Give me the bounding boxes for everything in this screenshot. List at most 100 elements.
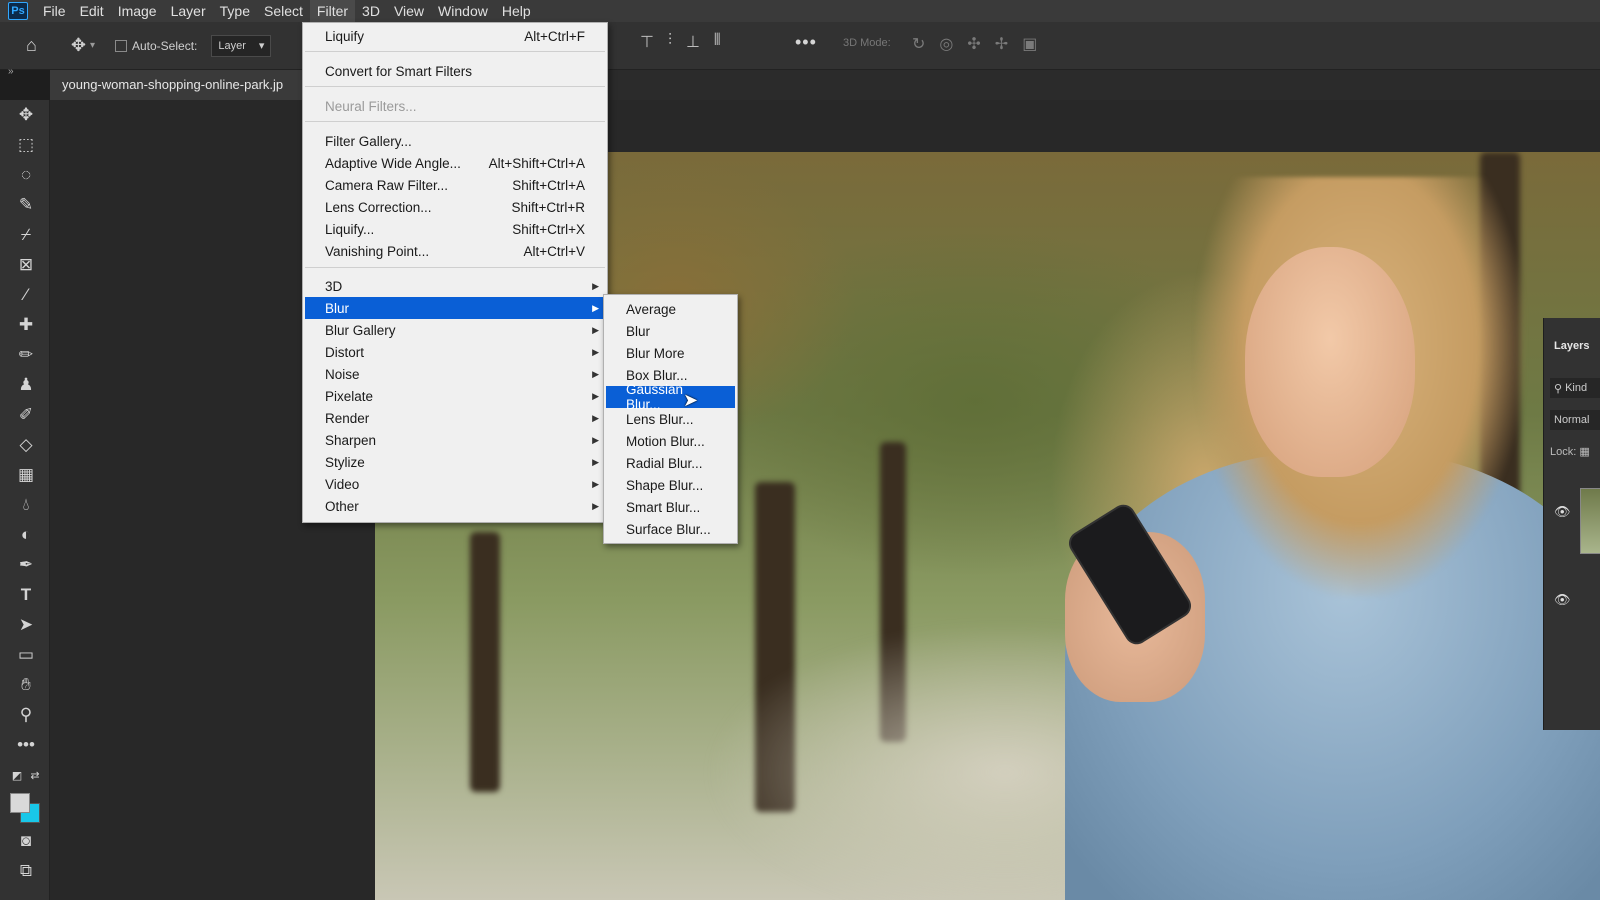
blur-menu-item-smart-blur[interactable]: Smart Blur... — [606, 496, 735, 518]
woman-face — [1245, 247, 1415, 477]
camera-icon[interactable]: ▣ — [1022, 34, 1037, 54]
document-tab[interactable]: young-woman-shopping-online-park.jp — [50, 70, 310, 100]
filter-menu-item-blur[interactable]: Blur ▶ — [305, 297, 605, 319]
hand-tool-icon[interactable]: ✋︎ — [15, 674, 37, 696]
blur-menu-item-motion-blur[interactable]: Motion Blur... — [606, 430, 735, 452]
lasso-tool-icon[interactable]: ◌ — [15, 164, 37, 186]
blur-menu-item-shape-blur[interactable]: Shape Blur... — [606, 474, 735, 496]
path-selection-tool-icon[interactable]: ➤ — [15, 614, 37, 636]
rectangle-tool-icon[interactable]: ▭ — [15, 644, 37, 666]
more-options-icon[interactable]: ••• — [795, 32, 817, 53]
quick-mask-icon[interactable]: ◙ — [15, 830, 37, 852]
layer-select-dropdown[interactable]: Layer ▾ — [211, 34, 272, 57]
foreground-color-swatch[interactable] — [10, 793, 30, 813]
menu-image[interactable]: Image — [111, 0, 164, 22]
menu-help[interactable]: Help — [495, 0, 538, 22]
auto-select-label: Auto-Select: — [132, 38, 198, 53]
align-top-icon[interactable]: ⊤ — [640, 32, 654, 52]
layer-filter-kind[interactable]: ⚲ Kind — [1550, 378, 1600, 398]
filter-menu-item-blur-gallery[interactable]: Blur Gallery ▶ — [305, 319, 605, 341]
chevron-down-icon[interactable]: ▾ — [90, 40, 95, 51]
menu-3d[interactable]: 3D — [355, 0, 387, 22]
menu-type[interactable]: Type — [213, 0, 257, 22]
menu-edit[interactable]: Edit — [73, 0, 111, 22]
menu-separator — [305, 86, 605, 87]
blur-menu-item-blur-more[interactable]: Blur More — [606, 342, 735, 364]
filter-menu-item-3d[interactable]: 3D ▶ — [305, 275, 605, 297]
blur-menu-item-surface-blur[interactable]: Surface Blur... — [606, 518, 735, 540]
blur-menu-item-radial-blur[interactable]: Radial Blur... — [606, 452, 735, 474]
history-brush-tool-icon[interactable]: ✐ — [15, 404, 37, 426]
menu-layer[interactable]: Layer — [164, 0, 213, 22]
crop-tool-icon[interactable]: ⌿ — [15, 224, 37, 246]
healing-brush-tool-icon[interactable]: ✚ — [15, 314, 37, 336]
filter-menu-item-liquify[interactable]: Liquify... Shift+Ctrl+X — [305, 218, 605, 240]
collapse-panel-icon[interactable]: » — [8, 66, 14, 77]
filter-menu-item-pixelate[interactable]: Pixelate ▶ — [305, 385, 605, 407]
slide-icon[interactable]: ✢ — [995, 34, 1008, 54]
more-tools-icon[interactable]: ••• — [15, 734, 37, 756]
roll-icon[interactable]: ◎ — [939, 34, 953, 54]
align-bottom-icon[interactable]: ⊥ — [686, 32, 700, 52]
stamp-tool-icon[interactable]: ♟ — [15, 374, 37, 396]
move-tool-icon[interactable]: ✥ — [15, 104, 37, 126]
blur-tool-icon[interactable]: 💧︎ — [15, 494, 37, 516]
filter-menu-item-stylize[interactable]: Stylize ▶ — [305, 451, 605, 473]
visibility-eye-icon[interactable]: 👁︎ — [1554, 592, 1571, 608]
type-tool-icon[interactable]: T — [15, 584, 37, 606]
distribute-icon[interactable]: ⫴ — [714, 32, 721, 52]
layer-select-value: Layer — [218, 39, 246, 52]
submenu-arrow-icon: ▶ — [592, 302, 599, 313]
filter-menu-item-filter-gallery[interactable]: Filter Gallery... — [305, 130, 605, 152]
blur-menu-item-average[interactable]: Average — [606, 298, 735, 320]
filter-menu-item-convert-smart[interactable]: Convert for Smart Filters — [305, 60, 605, 82]
menu-select[interactable]: Select — [257, 0, 310, 22]
home-icon[interactable]: ⌂ — [26, 35, 37, 56]
orbit-icon[interactable]: ↻ — [912, 34, 925, 54]
submenu-arrow-icon: ▶ — [592, 434, 599, 445]
layer-thumbnail[interactable] — [1580, 488, 1600, 554]
pan-icon[interactable]: ✣ — [967, 34, 980, 54]
menu-separator — [305, 121, 605, 122]
filter-menu-item-render[interactable]: Render ▶ — [305, 407, 605, 429]
options-bar: ⌂ ✥ ▾ Auto-Select: Layer ▾ ⊤ ⫶ ⊥ ⫴ ••• 3… — [0, 22, 1600, 70]
filter-menu-item-lens-correction[interactable]: Lens Correction... Shift+Ctrl+R — [305, 196, 605, 218]
lock-transparency-icon[interactable]: ▦ — [1579, 446, 1589, 458]
blur-menu-item-gaussian-blur[interactable]: Gaussian Blur... — [606, 382, 735, 412]
menu-window[interactable]: Window — [431, 0, 495, 22]
eyedropper-tool-icon[interactable]: ⁄ — [15, 284, 37, 306]
move-tool-icon[interactable]: ✥ — [71, 35, 86, 56]
eraser-tool-icon[interactable]: ◇ — [15, 434, 37, 456]
auto-select-checkbox[interactable] — [115, 39, 127, 52]
submenu-arrow-icon: ▶ — [592, 500, 599, 511]
pen-tool-icon[interactable]: ✒ — [15, 554, 37, 576]
menu-file[interactable]: File — [36, 0, 73, 22]
filter-menu-item-camera-raw[interactable]: Camera Raw Filter... Shift+Ctrl+A — [305, 174, 605, 196]
filter-menu-item-last-filter[interactable]: Liquify Alt+Ctrl+F — [305, 25, 605, 47]
quick-selection-tool-icon[interactable]: ✎ — [15, 194, 37, 216]
filter-menu-item-video[interactable]: Video ▶ — [305, 473, 605, 495]
blend-mode-dropdown[interactable]: Normal — [1550, 410, 1600, 430]
filter-menu-item-noise[interactable]: Noise ▶ — [305, 363, 605, 385]
blur-menu-item-lens-blur[interactable]: Lens Blur... — [606, 408, 735, 430]
dodge-tool-icon[interactable]: ◐ — [15, 524, 37, 546]
blur-menu-item-blur[interactable]: Blur — [606, 320, 735, 342]
filter-menu-item-distort[interactable]: Distort ▶ — [305, 341, 605, 363]
frame-tool-icon[interactable]: ⊠ — [15, 254, 37, 276]
menu-filter[interactable]: Filter — [309, 0, 356, 22]
menu-view[interactable]: View — [387, 0, 431, 22]
gradient-tool-icon[interactable]: ▦ — [15, 464, 37, 486]
tree-trunk — [470, 532, 500, 792]
layers-panel-title[interactable]: Layers — [1554, 340, 1589, 352]
swap-colors-icon[interactable]: ⇄ — [24, 764, 46, 786]
visibility-eye-icon[interactable]: 👁︎ — [1554, 504, 1571, 520]
screen-mode-icon[interactable]: ⧉ — [15, 860, 37, 882]
filter-menu-item-sharpen[interactable]: Sharpen ▶ — [305, 429, 605, 451]
filter-menu-item-adaptive-wide-angle[interactable]: Adaptive Wide Angle... Alt+Shift+Ctrl+A — [305, 152, 605, 174]
brush-tool-icon[interactable]: ✏ — [15, 344, 37, 366]
filter-menu-item-vanishing-point[interactable]: Vanishing Point... Alt+Ctrl+V — [305, 240, 605, 262]
marquee-tool-icon[interactable]: ⬚ — [15, 134, 37, 156]
align-vertical-center-icon[interactable]: ⫶ — [668, 32, 672, 52]
zoom-tool-icon[interactable]: ⚲ — [15, 704, 37, 726]
filter-menu-item-other[interactable]: Other ▶ — [305, 495, 605, 517]
